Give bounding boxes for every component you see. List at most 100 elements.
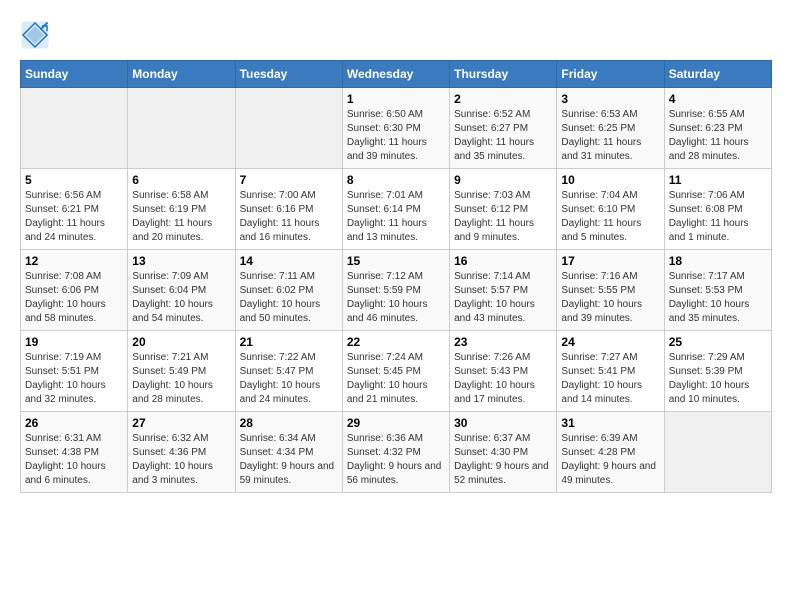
day-number: 16: [454, 254, 552, 268]
day-detail: Sunrise: 7:24 AMSunset: 5:45 PMDaylight:…: [347, 351, 445, 407]
day-number: 7: [240, 173, 338, 187]
day-detail: Sunrise: 7:04 AMSunset: 6:10 PMDaylight:…: [561, 189, 659, 245]
weekday-header-tuesday: Tuesday: [235, 61, 342, 88]
logo-icon: [20, 20, 50, 50]
day-number: 6: [132, 173, 230, 187]
day-detail: Sunrise: 7:01 AMSunset: 6:14 PMDaylight:…: [347, 189, 445, 245]
calendar-cell: 18 Sunrise: 7:17 AMSunset: 5:53 PMDayligh…: [664, 250, 771, 331]
calendar-cell: 11Sunrise: 7:06 AMSunset: 6:08 PMDayligh…: [664, 169, 771, 250]
calendar-week-1: 1 Sunrise: 6:50 AMSunset: 6:30 PMDaylight…: [21, 88, 772, 169]
calendar-week-3: 12 Sunrise: 7:08 AMSunset: 6:06 PMDayligh…: [21, 250, 772, 331]
calendar-table: SundayMondayTuesdayWednesdayThursdayFrid…: [20, 60, 772, 493]
day-detail: Sunrise: 7:08 AMSunset: 6:06 PMDaylight:…: [25, 270, 123, 326]
day-detail: Sunrise: 6:39 AMSunset: 4:28 PMDaylight:…: [561, 432, 659, 488]
day-number: 9: [454, 173, 552, 187]
day-detail: Sunrise: 7:11 AMSunset: 6:02 PMDaylight:…: [240, 270, 338, 326]
calendar-week-4: 19 Sunrise: 7:19 AMSunset: 5:51 PMDayligh…: [21, 331, 772, 412]
weekday-header-saturday: Saturday: [664, 61, 771, 88]
day-detail: Sunrise: 7:19 AMSunset: 5:51 PMDaylight:…: [25, 351, 123, 407]
weekday-header-monday: Monday: [128, 61, 235, 88]
calendar-cell: [128, 88, 235, 169]
day-number: 27: [132, 416, 230, 430]
calendar-cell: 2 Sunrise: 6:52 AMSunset: 6:27 PMDaylight…: [450, 88, 557, 169]
day-number: 12: [25, 254, 123, 268]
calendar-cell: 9 Sunrise: 7:03 AMSunset: 6:12 PMDaylight…: [450, 169, 557, 250]
day-detail: Sunrise: 7:14 AMSunset: 5:57 PMDaylight:…: [454, 270, 552, 326]
day-detail: Sunrise: 7:26 AMSunset: 5:43 PMDaylight:…: [454, 351, 552, 407]
day-number: 23: [454, 335, 552, 349]
calendar-cell: 8 Sunrise: 7:01 AMSunset: 6:14 PMDaylight…: [342, 169, 449, 250]
weekday-header-sunday: Sunday: [21, 61, 128, 88]
day-number: 20: [132, 335, 230, 349]
calendar-cell: 26 Sunrise: 6:31 AMSunset: 4:38 PMDayligh…: [21, 412, 128, 493]
day-number: 17: [561, 254, 659, 268]
calendar-week-5: 26 Sunrise: 6:31 AMSunset: 4:38 PMDayligh…: [21, 412, 772, 493]
calendar-cell: 24Sunrise: 7:27 AMSunset: 5:41 PMDayligh…: [557, 331, 664, 412]
day-number: 31: [561, 416, 659, 430]
day-detail: Sunrise: 6:36 AMSunset: 4:32 PMDaylight:…: [347, 432, 445, 488]
day-detail: Sunrise: 6:56 AMSunset: 6:21 PMDaylight:…: [25, 189, 123, 245]
day-detail: Sunrise: 7:03 AMSunset: 6:12 PMDaylight:…: [454, 189, 552, 245]
day-number: 25: [669, 335, 767, 349]
day-number: 24: [561, 335, 659, 349]
calendar-cell: 16 Sunrise: 7:14 AMSunset: 5:57 PMDayligh…: [450, 250, 557, 331]
day-number: 14: [240, 254, 338, 268]
day-detail: Sunrise: 6:34 AMSunset: 4:34 PMDaylight:…: [240, 432, 338, 488]
day-number: 4: [669, 92, 767, 106]
calendar-cell: [235, 88, 342, 169]
calendar-cell: [664, 412, 771, 493]
calendar-week-2: 5 Sunrise: 6:56 AMSunset: 6:21 PMDaylight…: [21, 169, 772, 250]
day-detail: Sunrise: 6:55 AMSunset: 6:23 PMDaylight:…: [669, 108, 767, 164]
day-number: 28: [240, 416, 338, 430]
day-number: 18: [669, 254, 767, 268]
calendar-cell: 3 Sunrise: 6:53 AMSunset: 6:25 PMDaylight…: [557, 88, 664, 169]
weekday-header-thursday: Thursday: [450, 61, 557, 88]
day-detail: Sunrise: 6:31 AMSunset: 4:38 PMDaylight:…: [25, 432, 123, 488]
calendar-cell: [21, 88, 128, 169]
day-detail: Sunrise: 7:16 AMSunset: 5:55 PMDaylight:…: [561, 270, 659, 326]
day-number: 8: [347, 173, 445, 187]
day-detail: Sunrise: 7:17 AMSunset: 5:53 PMDaylight:…: [669, 270, 767, 326]
calendar-cell: 14 Sunrise: 7:11 AMSunset: 6:02 PMDayligh…: [235, 250, 342, 331]
day-number: 13: [132, 254, 230, 268]
calendar-cell: 31 Sunrise: 6:39 AMSunset: 4:28 PMDayligh…: [557, 412, 664, 493]
logo: [20, 20, 54, 50]
calendar-cell: 7 Sunrise: 7:00 AMSunset: 6:16 PMDaylight…: [235, 169, 342, 250]
calendar-cell: 17 Sunrise: 7:16 AMSunset: 5:55 PMDayligh…: [557, 250, 664, 331]
day-detail: Sunrise: 7:12 AMSunset: 5:59 PMDaylight:…: [347, 270, 445, 326]
page-header: [20, 20, 772, 50]
day-detail: Sunrise: 6:53 AMSunset: 6:25 PMDaylight:…: [561, 108, 659, 164]
calendar-cell: 28 Sunrise: 6:34 AMSunset: 4:34 PMDayligh…: [235, 412, 342, 493]
weekday-header-friday: Friday: [557, 61, 664, 88]
calendar-cell: 5 Sunrise: 6:56 AMSunset: 6:21 PMDaylight…: [21, 169, 128, 250]
day-detail: Sunrise: 6:37 AMSunset: 4:30 PMDaylight:…: [454, 432, 552, 488]
day-detail: Sunrise: 7:09 AMSunset: 6:04 PMDaylight:…: [132, 270, 230, 326]
day-detail: Sunrise: 7:00 AMSunset: 6:16 PMDaylight:…: [240, 189, 338, 245]
day-detail: Sunrise: 7:22 AMSunset: 5:47 PMDaylight:…: [240, 351, 338, 407]
day-number: 10: [561, 173, 659, 187]
day-detail: Sunrise: 6:52 AMSunset: 6:27 PMDaylight:…: [454, 108, 552, 164]
day-number: 21: [240, 335, 338, 349]
day-detail: Sunrise: 6:32 AMSunset: 4:36 PMDaylight:…: [132, 432, 230, 488]
calendar-cell: 27 Sunrise: 6:32 AMSunset: 4:36 PMDayligh…: [128, 412, 235, 493]
day-number: 26: [25, 416, 123, 430]
calendar-cell: 15 Sunrise: 7:12 AMSunset: 5:59 PMDayligh…: [342, 250, 449, 331]
day-number: 5: [25, 173, 123, 187]
day-number: 22: [347, 335, 445, 349]
calendar-cell: 6 Sunrise: 6:58 AMSunset: 6:19 PMDaylight…: [128, 169, 235, 250]
day-number: 30: [454, 416, 552, 430]
day-number: 29: [347, 416, 445, 430]
day-detail: Sunrise: 6:58 AMSunset: 6:19 PMDaylight:…: [132, 189, 230, 245]
day-number: 3: [561, 92, 659, 106]
calendar-cell: 25 Sunrise: 7:29 AMSunset: 5:39 PMDayligh…: [664, 331, 771, 412]
calendar-cell: 22 Sunrise: 7:24 AMSunset: 5:45 PMDayligh…: [342, 331, 449, 412]
calendar-cell: 21 Sunrise: 7:22 AMSunset: 5:47 PMDayligh…: [235, 331, 342, 412]
calendar-cell: 12 Sunrise: 7:08 AMSunset: 6:06 PMDayligh…: [21, 250, 128, 331]
day-number: 15: [347, 254, 445, 268]
day-detail: Sunrise: 7:21 AMSunset: 5:49 PMDaylight:…: [132, 351, 230, 407]
day-number: 1: [347, 92, 445, 106]
day-number: 19: [25, 335, 123, 349]
day-detail: Sunrise: 6:50 AMSunset: 6:30 PMDaylight:…: [347, 108, 445, 164]
day-number: 2: [454, 92, 552, 106]
day-detail: Sunrise: 7:29 AMSunset: 5:39 PMDaylight:…: [669, 351, 767, 407]
